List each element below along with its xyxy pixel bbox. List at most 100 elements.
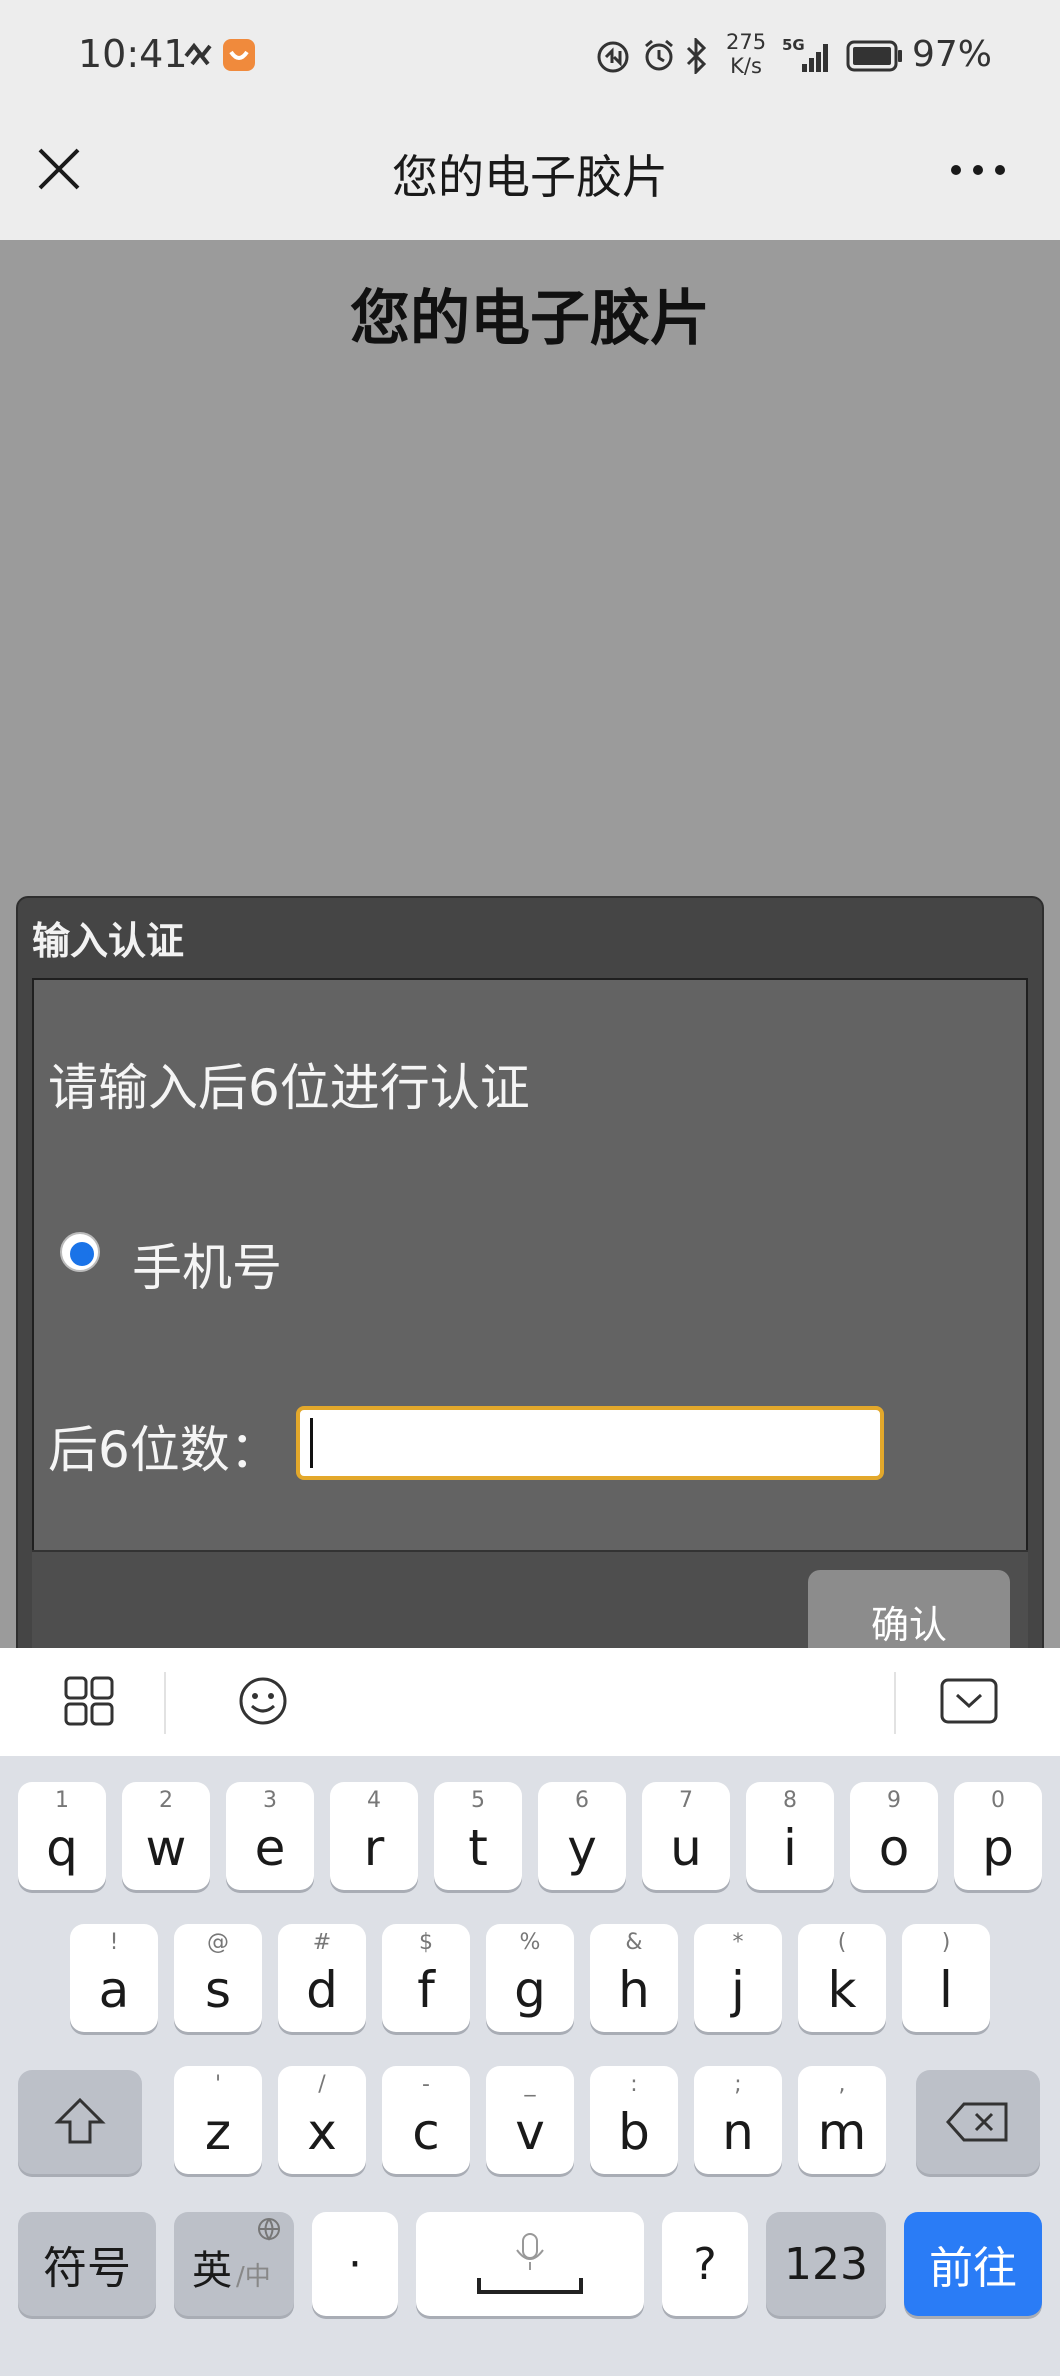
keyboard-toolbar xyxy=(0,1648,1060,1756)
key-i[interactable]: 8i xyxy=(746,1782,834,1890)
toolbar-divider xyxy=(894,1672,896,1734)
space-key[interactable] xyxy=(416,2212,644,2316)
more-options-icon[interactable] xyxy=(948,160,1008,180)
key-label: j xyxy=(731,1961,745,2019)
key-alt-label: 5 xyxy=(471,1788,485,1813)
shift-key[interactable] xyxy=(18,2070,142,2174)
key-e[interactable]: 3e xyxy=(226,1782,314,1890)
key-label: v xyxy=(515,2103,545,2161)
backspace-icon xyxy=(946,2102,1008,2142)
last-six-digits-label: 后6位数： xyxy=(48,1421,280,1479)
key-label: h xyxy=(618,1961,650,2019)
key-alt-label: 8 xyxy=(783,1788,797,1813)
key-c[interactable]: -c xyxy=(382,2066,470,2174)
go-key[interactable]: 前往 xyxy=(904,2212,1042,2316)
key-label: e xyxy=(254,1819,286,1877)
key-alt-label: ' xyxy=(214,2072,222,2097)
dialog-title: 输入认证 xyxy=(32,919,185,963)
key-alt-label: 7 xyxy=(679,1788,693,1813)
key-d[interactable]: # d xyxy=(278,1924,366,2032)
network-speed-value: 275 xyxy=(726,30,767,54)
text-caret xyxy=(310,1418,313,1468)
app-badge-icon xyxy=(223,39,255,71)
key-alt-label: 3 xyxy=(263,1788,277,1813)
globe-icon xyxy=(258,2218,280,2241)
question-key-label: ? xyxy=(693,2238,717,2290)
key-alt-label: 4 xyxy=(367,1788,381,1813)
backspace-key[interactable] xyxy=(916,2070,1040,2174)
key-s[interactable]: @ s xyxy=(174,1924,262,2032)
dot-key-label: · xyxy=(348,2238,362,2290)
key-x[interactable]: / x xyxy=(278,2066,366,2174)
key-h[interactable]: & h xyxy=(590,1924,678,2032)
battery-percent: 97% xyxy=(912,34,993,75)
battery-icon xyxy=(846,40,902,72)
last-six-digits-input[interactable] xyxy=(296,1406,884,1480)
key-alt-label: ) xyxy=(941,1930,951,1955)
key-v[interactable]: _ v xyxy=(486,2066,574,2174)
key-alt-label: ! xyxy=(109,1930,119,1955)
key-label: y xyxy=(567,1819,597,1877)
dot-key[interactable]: · xyxy=(312,2212,398,2316)
key-p[interactable]: 0p xyxy=(954,1782,1042,1890)
key-label: o xyxy=(878,1819,910,1877)
numbers-key-label: 123 xyxy=(784,2238,868,2290)
phone-radio-label[interactable]: 手机号 xyxy=(132,1228,282,1300)
key-alt-label: - xyxy=(422,2072,430,2097)
go-key-label: 前往 xyxy=(929,2243,1017,2294)
key-label: f xyxy=(417,1961,435,2019)
key-k[interactable]: (k xyxy=(798,1924,886,2032)
key-alt-label: 2 xyxy=(159,1788,173,1813)
key-alt-label: $ xyxy=(419,1930,433,1955)
numbers-key[interactable]: 123 xyxy=(766,2212,886,2316)
key-g[interactable]: % g xyxy=(486,1924,574,2032)
key-label: l xyxy=(939,1961,953,2019)
keyboard-apps-icon[interactable] xyxy=(64,1676,114,1726)
key-q[interactable]: 1q xyxy=(18,1782,106,1890)
key-label: r xyxy=(363,1819,385,1877)
key-label: n xyxy=(722,2103,754,2161)
key-alt-label: * xyxy=(732,1930,744,1955)
language-switch-key[interactable]: 英 /中 xyxy=(174,2212,294,2316)
key-label: u xyxy=(670,1819,702,1877)
emoji-icon[interactable] xyxy=(238,1676,288,1726)
key-y[interactable]: 6y xyxy=(538,1782,626,1890)
symbols-key[interactable]: 符号 xyxy=(18,2212,156,2316)
key-o[interactable]: 9o xyxy=(850,1782,938,1890)
key-label: d xyxy=(306,1961,338,2019)
key-w[interactable]: 2w xyxy=(122,1782,210,1890)
key-j[interactable]: * j xyxy=(694,1924,782,2032)
page-title: 您的电子胶片 xyxy=(350,284,710,354)
key-label: q xyxy=(46,1819,78,1877)
key-label: w xyxy=(145,1819,187,1877)
key-alt-label: / xyxy=(318,2072,326,2097)
key-alt-label: ; xyxy=(734,2072,742,2097)
key-label: b xyxy=(618,2103,650,2161)
key-t[interactable]: 5t xyxy=(434,1782,522,1890)
key-label: z xyxy=(204,2103,232,2161)
key-b[interactable]: :b xyxy=(590,2066,678,2174)
key-alt-label: @ xyxy=(207,1930,229,1955)
key-n[interactable]: ; n xyxy=(694,2066,782,2174)
key-label: x xyxy=(307,2103,337,2161)
key-alt-label: ( xyxy=(837,1930,847,1955)
key-alt-label: _ xyxy=(524,2072,536,2097)
key-l[interactable]: ) l xyxy=(902,1924,990,2032)
language-sub-label: /中 xyxy=(236,2262,271,2292)
auth-prompt: 请输入后6位进行认证 xyxy=(48,1059,530,1117)
hide-keyboard-icon[interactable] xyxy=(940,1678,998,1724)
key-u[interactable]: 7u xyxy=(642,1782,730,1890)
key-label: p xyxy=(982,1819,1014,1877)
key-label: m xyxy=(817,2103,867,2161)
key-f[interactable]: $ f xyxy=(382,1924,470,2032)
key-r[interactable]: 4r xyxy=(330,1782,418,1890)
key-z[interactable]: ' z xyxy=(174,2066,262,2174)
key-label: a xyxy=(98,1961,130,2019)
question-key[interactable]: ? xyxy=(662,2212,748,2316)
key-a[interactable]: ! a xyxy=(70,1924,158,2032)
key-label: c xyxy=(412,2103,440,2161)
key-m[interactable]: ,m xyxy=(798,2066,886,2174)
data-saver-icon xyxy=(597,41,629,73)
alarm-icon xyxy=(645,39,673,71)
bluetooth-icon xyxy=(686,38,707,74)
